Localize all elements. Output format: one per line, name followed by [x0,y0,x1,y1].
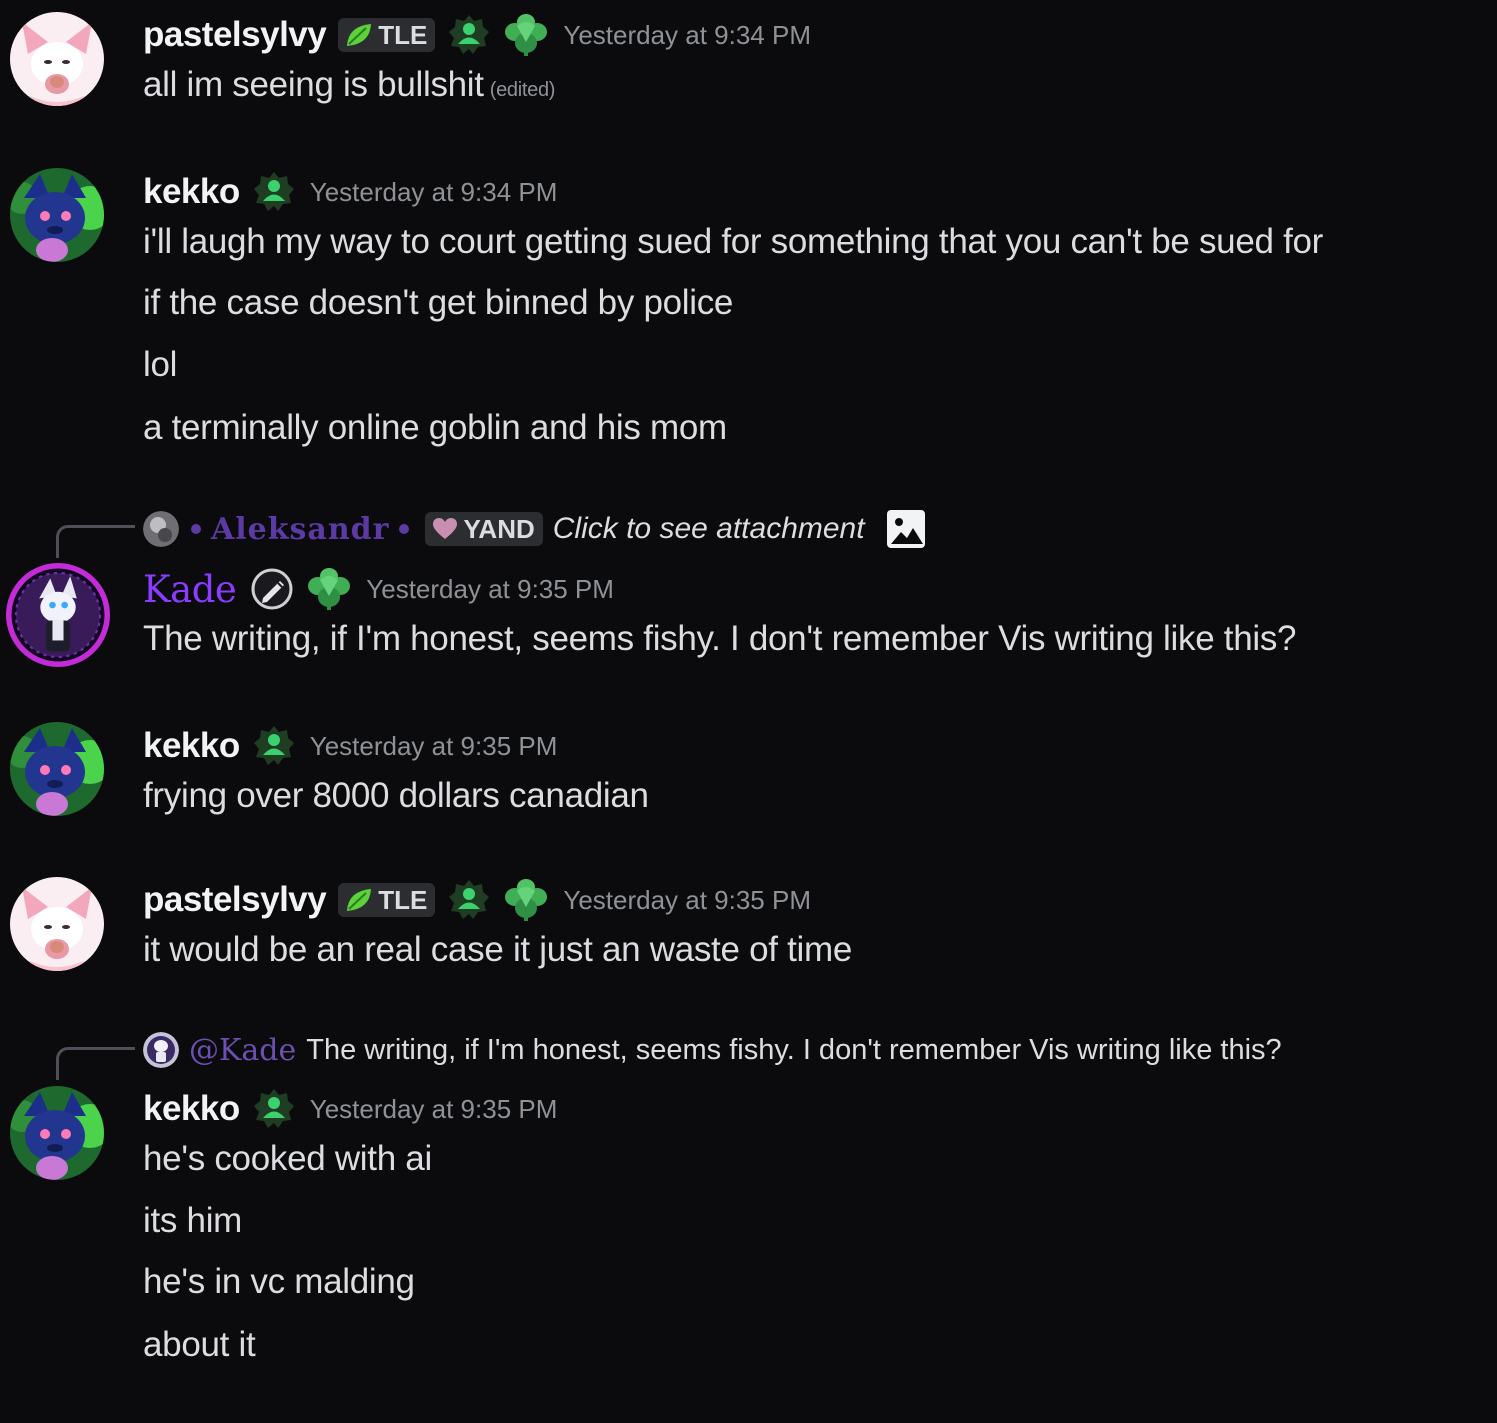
message-header: kekko Yesterday at 9:34 PM [143,170,557,214]
leaf-icon [344,885,374,915]
reply-text[interactable]: Click to see attachment [553,512,865,546]
avatar[interactable] [6,563,110,667]
guild-tag-label: YAND [463,513,535,544]
message-content: a terminally online goblin and his mom [143,408,727,447]
avatar[interactable] [10,12,104,106]
message-content: i'll laugh my way to court getting sued … [143,222,1324,261]
reply-preview[interactable]: @Kade The writing, if I'm honest, seems … [143,1028,1282,1072]
timestamp[interactable]: Yesterday at 9:34 PM [310,177,558,208]
pen-badge-icon[interactable] [250,567,294,611]
username[interactable]: Kade [143,568,237,611]
message-content: its him [143,1201,243,1240]
reply-avatar [143,1032,179,1068]
username[interactable]: kekko [143,1089,240,1129]
avatar[interactable] [10,1086,104,1180]
message-content: all im seeing is bullshit [143,65,484,104]
message-header: Kade Yesterday at 9:35 PM [143,567,614,611]
reply-spine [56,525,135,558]
guild-tag[interactable]: YAND [425,512,543,546]
person-badge-icon[interactable] [447,13,491,57]
message-content: The writing, if I'm honest, seems fishy.… [143,619,1297,658]
name-decoration-dot [191,524,201,534]
message-header: pastelsylvy TLE Yesterday at 9:35 PM [143,878,811,922]
reply-text[interactable]: The writing, if I'm honest, seems fishy.… [306,1034,1281,1067]
clover-badge-icon[interactable] [503,877,549,923]
message-content: about it [143,1325,256,1364]
timestamp[interactable]: Yesterday at 9:35 PM [310,1094,558,1125]
person-badge-icon[interactable] [252,1087,296,1131]
guild-tag[interactable]: TLE [338,883,436,917]
heart-icon [431,517,459,541]
reply-username[interactable]: Aleksandr [211,512,389,547]
person-badge-icon[interactable] [447,878,491,922]
avatar[interactable] [10,722,104,816]
message-content: frying over 8000 dollars canadian [143,776,649,815]
message-text: all im seeing is bullshit (edited) [143,65,555,105]
person-badge-icon[interactable] [252,724,296,768]
clover-badge-icon[interactable] [306,566,352,612]
timestamp[interactable]: Yesterday at 9:35 PM [366,574,614,605]
guild-tag-label: TLE [378,884,428,915]
timestamp[interactable]: Yesterday at 9:35 PM [563,885,811,916]
reply-preview[interactable]: Aleksandr YAND Click to see attachment [143,507,927,551]
message-content: he's in vc malding [143,1262,415,1301]
name-decoration-dot [399,524,410,534]
message-header: kekko Yesterday at 9:35 PM [143,724,557,768]
username[interactable]: kekko [143,172,240,212]
edited-label: (edited) [489,79,556,101]
message-header: kekko Yesterday at 9:35 PM [143,1087,557,1131]
message-header: pastelsylvy TLE Yesterday at 9:34 PM [143,13,811,57]
chat-log: pastelsylvy TLE Yesterday at 9:34 PM all… [0,0,1497,1423]
clover-badge-icon[interactable] [503,12,549,58]
message-content: if the case doesn't get binned by police [143,283,734,322]
username[interactable]: pastelsylvy [143,880,327,920]
leaf-icon [344,20,374,50]
guild-tag-label: TLE [378,19,428,50]
message-content: lol [143,345,178,384]
guild-tag[interactable]: TLE [338,18,436,52]
message-content: he's cooked with ai [143,1139,432,1178]
timestamp[interactable]: Yesterday at 9:34 PM [563,20,811,51]
username[interactable]: kekko [143,726,240,766]
timestamp[interactable]: Yesterday at 9:35 PM [310,731,558,762]
username[interactable]: pastelsylvy [143,15,327,55]
avatar[interactable] [10,168,104,262]
reply-avatar [143,511,179,547]
person-badge-icon[interactable] [252,170,296,214]
image-icon[interactable] [885,508,927,550]
reply-mention[interactable]: @Kade [189,1033,296,1068]
message-content: it would be an real case it just an wast… [143,930,853,969]
avatar[interactable] [10,877,104,971]
reply-spine [56,1047,135,1080]
